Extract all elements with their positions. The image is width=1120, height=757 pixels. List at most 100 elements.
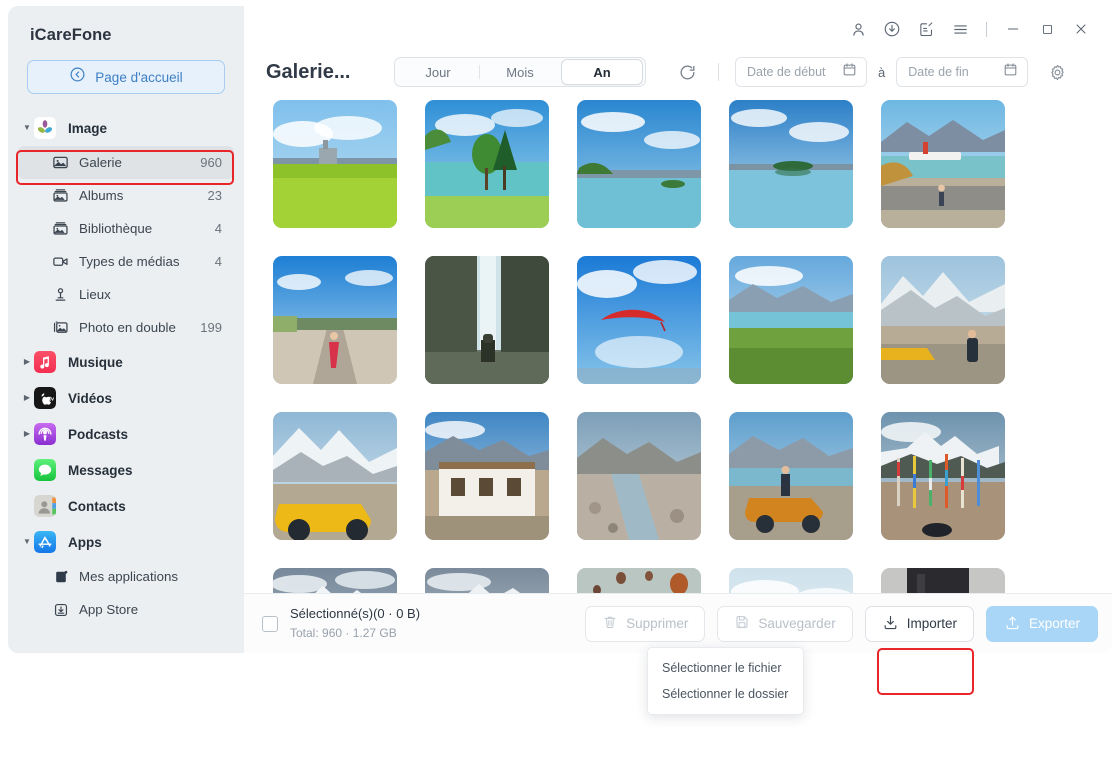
user-icon[interactable] xyxy=(841,12,875,46)
photo-thumbnail[interactable] xyxy=(273,100,397,228)
import-download-icon xyxy=(882,614,899,634)
sidebar-group-label: Apps xyxy=(68,534,102,550)
sidebar-group-podcasts[interactable]: Podcasts xyxy=(8,416,244,452)
photo-thumbnail[interactable] xyxy=(729,100,853,228)
photo-thumbnail[interactable] xyxy=(881,256,1005,384)
photo-thumbnail[interactable] xyxy=(577,256,701,384)
download-circle-icon[interactable] xyxy=(875,12,909,46)
chevron-down-icon[interactable] xyxy=(20,538,34,546)
sidebar-item-types-de-medias[interactable]: Types de médias 4 xyxy=(18,245,234,278)
minimize-icon[interactable] xyxy=(996,12,1030,46)
sidebar-item-label: Lieux xyxy=(79,287,111,302)
photo-thumbnail[interactable] xyxy=(881,412,1005,540)
calendar-icon xyxy=(1003,62,1018,82)
photo-thumbnail[interactable] xyxy=(425,256,549,384)
close-icon[interactable] xyxy=(1064,12,1098,46)
tab-mois[interactable]: Mois xyxy=(479,59,561,85)
photo-thumbnail[interactable] xyxy=(881,100,1005,228)
action-buttons: Supprimer Sauvegarder Importer Exporter xyxy=(585,605,1098,642)
select-all-checkbox[interactable] xyxy=(262,615,278,632)
date-range-separator: à xyxy=(878,64,886,80)
menu-item-select-folder[interactable]: Sélectionner le dossier xyxy=(648,681,803,707)
home-button-label: Page d'accueil xyxy=(95,69,183,85)
sidebar-item-photo-en-double[interactable]: Photo en double 199 xyxy=(18,311,234,344)
sidebar-item-count: 199 xyxy=(200,320,222,335)
bottom-action-bar: Sélectionné(s)(0 · 0 B) Total: 960 · 1.2… xyxy=(244,593,1112,653)
sidebar-item-count: 4 xyxy=(214,254,222,269)
importer-button[interactable]: Importer xyxy=(864,605,974,642)
sidebar-group-label: Contacts xyxy=(68,498,126,514)
date-start-placeholder: Date de début xyxy=(747,65,826,79)
sidebar-item-label: Photo en double xyxy=(79,320,176,335)
sidebar-group-apps[interactable]: Apps xyxy=(8,524,244,560)
chevron-down-icon[interactable] xyxy=(20,124,34,132)
gear-icon[interactable] xyxy=(1042,57,1072,87)
photo-thumbnail[interactable] xyxy=(577,412,701,540)
sidebar-item-galerie[interactable]: Galerie 960 xyxy=(18,146,234,179)
menu-item-select-file[interactable]: Sélectionner le fichier xyxy=(648,655,803,681)
feedback-note-icon[interactable] xyxy=(909,12,943,46)
save-disk-icon xyxy=(734,614,750,633)
supprimer-button[interactable]: Supprimer xyxy=(585,605,706,642)
photo-thumbnail[interactable] xyxy=(273,256,397,384)
date-start-input[interactable]: Date de début xyxy=(735,57,867,87)
import-dropdown-menu: Sélectionner le fichier Sélectionner le d… xyxy=(647,647,804,715)
date-end-input[interactable]: Date de fin xyxy=(896,57,1029,87)
sidebar-group-label: Messages xyxy=(68,462,133,478)
appletv-app-icon: tv xyxy=(34,387,56,409)
sidebar-group-label: Vidéos xyxy=(68,390,113,406)
photos-app-icon xyxy=(34,117,56,139)
svg-text:tv: tv xyxy=(49,397,54,403)
sidebar-item-count: 960 xyxy=(200,155,222,170)
selected-count-label: Sélectionné(s)(0 · 0 B) xyxy=(290,606,421,622)
sidebar-item-label: Albums xyxy=(79,188,124,203)
sidebar: iCareFone Page d'accueil Image Galerie 960… xyxy=(8,6,244,653)
toolbar-divider xyxy=(718,63,719,81)
sidebar-item-count: 4 xyxy=(214,221,222,236)
sidebar-group-image[interactable]: Image xyxy=(8,110,244,146)
tab-an[interactable]: An xyxy=(561,59,643,85)
sidebar-group-contacts[interactable]: Contacts xyxy=(8,488,244,524)
podcasts-app-icon xyxy=(34,423,56,445)
sidebar-item-label: Mes applications xyxy=(79,569,179,584)
sidebar-item-bibliotheque[interactable]: Bibliothèque 4 xyxy=(18,212,234,245)
exporter-button[interactable]: Exporter xyxy=(985,605,1098,642)
sidebar-group-videos[interactable]: tv Vidéos xyxy=(8,380,244,416)
sidebar-item-app-store[interactable]: App Store xyxy=(18,593,234,626)
hamburger-menu-icon[interactable] xyxy=(943,12,977,46)
home-button[interactable]: Page d'accueil xyxy=(27,60,225,94)
sidebar-item-mes-applications[interactable]: Mes applications xyxy=(18,560,234,593)
supprimer-label: Supprimer xyxy=(626,616,689,631)
sidebar-group-messages[interactable]: Messages xyxy=(8,452,244,488)
chevron-right-icon[interactable] xyxy=(20,394,34,402)
appstore-app-icon xyxy=(34,531,56,553)
photo-thumbnail[interactable] xyxy=(729,256,853,384)
chevron-right-icon[interactable] xyxy=(20,430,34,438)
app-grid-icon xyxy=(52,568,69,585)
sidebar-group-musique[interactable]: Musique xyxy=(8,344,244,380)
chevron-right-icon[interactable] xyxy=(20,358,34,366)
maximize-icon[interactable] xyxy=(1030,12,1064,46)
photo-thumbnail[interactable] xyxy=(425,412,549,540)
photo-thumbnail[interactable] xyxy=(273,412,397,540)
sidebar-item-label: Types de médias xyxy=(79,254,180,269)
sauvegarder-button[interactable]: Sauvegarder xyxy=(717,605,853,642)
photo-thumbnail[interactable] xyxy=(425,100,549,228)
date-end-placeholder: Date de fin xyxy=(908,65,969,79)
duplicate-photo-icon xyxy=(52,319,69,336)
sidebar-item-label: Bibliothèque xyxy=(79,221,153,236)
exporter-label: Exporter xyxy=(1028,616,1080,631)
total-count-label: Total: 960 · 1.27 GB xyxy=(290,626,397,641)
video-camera-icon xyxy=(52,253,69,270)
sidebar-group-label: Musique xyxy=(68,354,123,370)
sidebar-item-lieux[interactable]: Lieux xyxy=(18,278,234,311)
sidebar-group-label: Podcasts xyxy=(68,426,129,442)
photo-thumbnail[interactable] xyxy=(577,100,701,228)
importer-highlight-box xyxy=(877,648,974,695)
tab-jour[interactable]: Jour xyxy=(397,59,479,85)
sidebar-item-albums[interactable]: Albums 23 xyxy=(18,179,234,212)
titlebar-divider xyxy=(986,21,987,37)
sidebar-item-label: Galerie xyxy=(79,155,122,170)
refresh-icon[interactable] xyxy=(672,57,702,87)
photo-thumbnail[interactable] xyxy=(729,412,853,540)
